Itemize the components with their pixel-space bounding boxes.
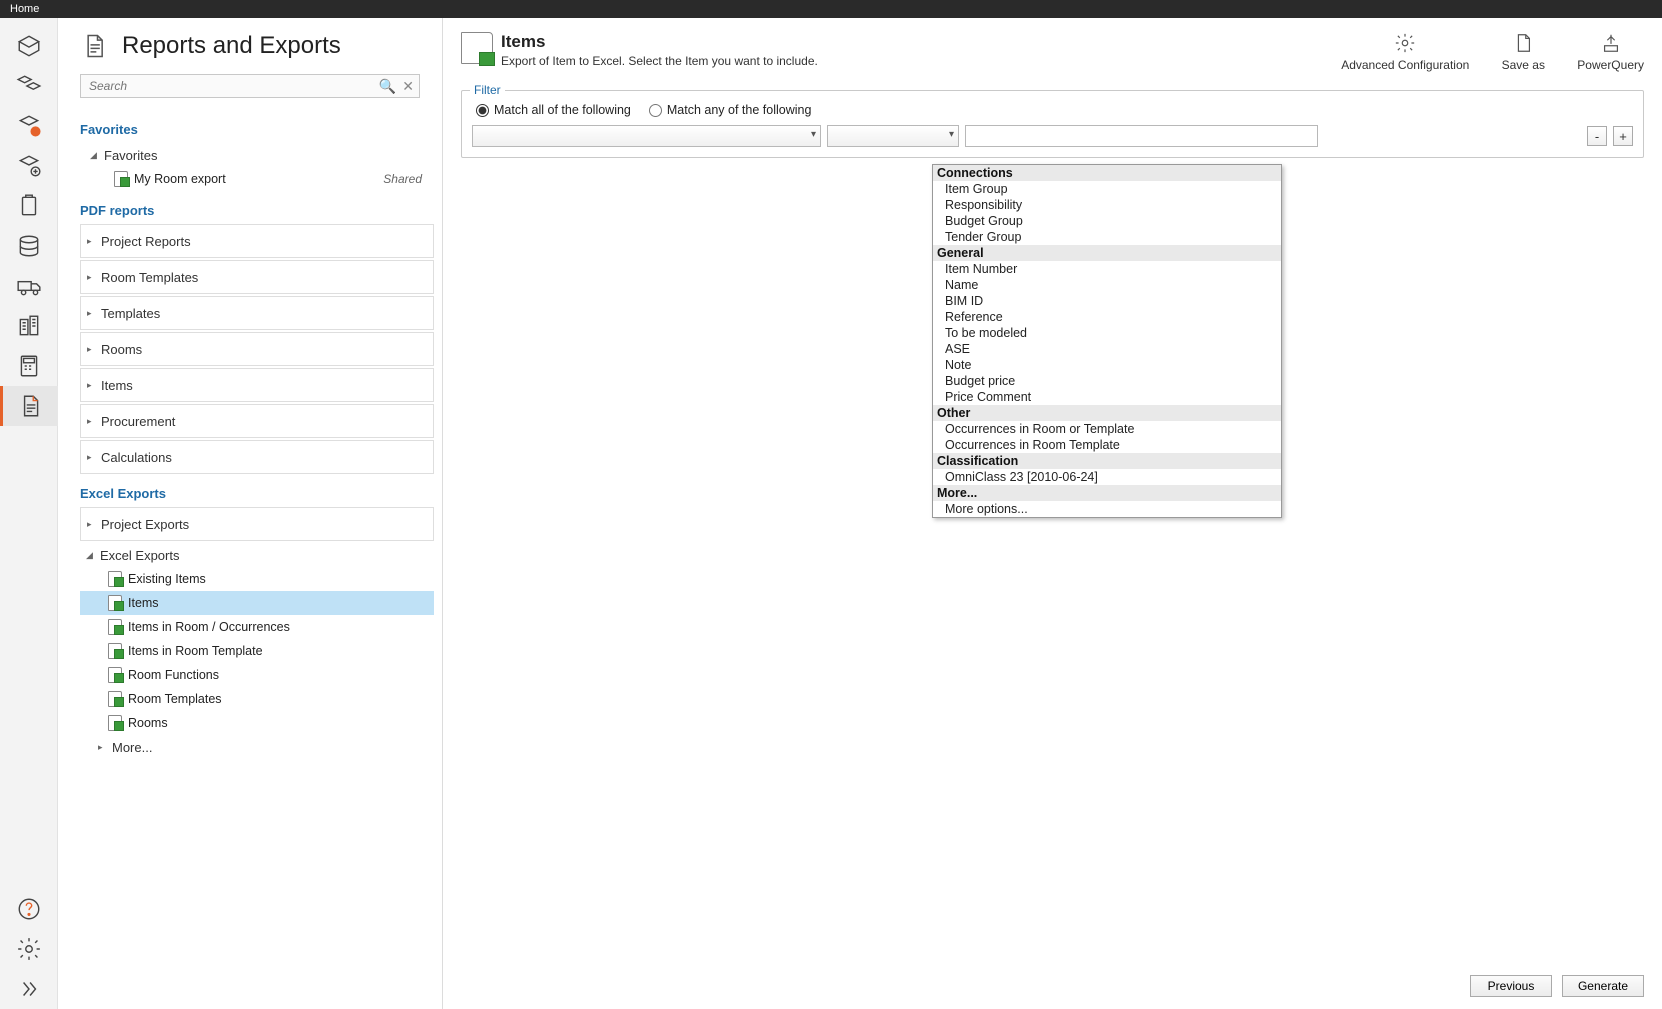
filter-field-dropdown: ConnectionsItem GroupResponsibilityBudge… [932, 164, 1282, 518]
filter-field-select[interactable]: ▾ [472, 125, 821, 147]
home-tab[interactable]: Home [10, 3, 39, 15]
excel-export-item[interactable]: Rooms [80, 711, 434, 735]
dropdown-option[interactable]: Budget price [933, 373, 1281, 389]
pdf-group[interactable]: ▸Templates [80, 296, 434, 330]
dropdown-option[interactable]: OmniClass 23 [2010-06-24] [933, 469, 1281, 485]
dropdown-group: Other [933, 405, 1281, 421]
rail-cubes-icon[interactable] [0, 66, 58, 106]
filter-box: Filter Match all of the following Match … [461, 90, 1644, 158]
rail-truck-icon[interactable] [0, 266, 58, 306]
excel-file-icon [108, 571, 122, 587]
filter-operator-select[interactable]: ▾ [827, 125, 959, 147]
nav-rail [0, 18, 58, 1009]
excel-more[interactable]: ▸ More... [80, 735, 434, 759]
excel-file-icon [108, 643, 122, 659]
dropdown-option[interactable]: Tender Group [933, 229, 1281, 245]
dropdown-option[interactable]: Name [933, 277, 1281, 293]
section-excel: Excel Exports [80, 486, 434, 501]
rail-reports-icon[interactable] [0, 386, 58, 426]
excel-group-excel-exports[interactable]: ◢ Excel Exports [80, 543, 434, 567]
rail-box-plus-icon[interactable] [0, 146, 58, 186]
content-panel: Items Export of Item to Excel. Select th… [443, 18, 1662, 1009]
previous-button[interactable]: Previous [1470, 975, 1552, 997]
excel-group-project-exports[interactable]: ▸ Project Exports [80, 507, 434, 541]
excel-export-item[interactable]: Items in Room / Occurrences [80, 615, 434, 639]
radio-match-all[interactable]: Match all of the following [476, 103, 631, 117]
dropdown-option[interactable]: Item Number [933, 261, 1281, 277]
dropdown-group: General [933, 245, 1281, 261]
dropdown-group: Connections [933, 165, 1281, 181]
rail-building-icon[interactable] [0, 306, 58, 346]
reports-icon [80, 32, 108, 60]
dropdown-option[interactable]: Occurrences in Room or Template [933, 421, 1281, 437]
dropdown-option[interactable]: To be modeled [933, 325, 1281, 341]
rail-expand-icon[interactable] [0, 969, 58, 1009]
pdf-group[interactable]: ▸Procurement [80, 404, 434, 438]
rail-box-orange-icon[interactable] [0, 106, 58, 146]
dropdown-option[interactable]: Item Group [933, 181, 1281, 197]
content-title: Items [501, 32, 818, 52]
dropdown-option[interactable]: BIM ID [933, 293, 1281, 309]
excel-file-icon [108, 595, 122, 611]
section-favorites: Favorites [80, 122, 434, 137]
dropdown-option[interactable]: Reference [933, 309, 1281, 325]
pdf-group[interactable]: ▸Items [80, 368, 434, 402]
dropdown-option[interactable]: Price Comment [933, 389, 1281, 405]
favorites-group[interactable]: ◢ Favorites [80, 143, 434, 167]
excel-file-icon [114, 171, 128, 187]
pdf-group[interactable]: ▸Calculations [80, 440, 434, 474]
dropdown-option[interactable]: More options... [933, 501, 1281, 517]
rail-settings-icon[interactable] [0, 929, 58, 969]
powerquery-button[interactable]: PowerQuery [1577, 32, 1644, 72]
panel-title: Reports and Exports [122, 32, 341, 60]
add-condition-button[interactable]: + [1613, 126, 1633, 146]
excel-file-icon [108, 619, 122, 635]
rail-cube-icon[interactable] [0, 26, 58, 66]
reports-panel: Reports and Exports 🔍 ✕ Favorites ◢ Favo… [58, 18, 443, 1009]
dropdown-option[interactable]: Occurrences in Room Template [933, 437, 1281, 453]
radio-match-any[interactable]: Match any of the following [649, 103, 812, 117]
filter-value-input[interactable] [965, 125, 1318, 147]
pdf-group[interactable]: ▸Room Templates [80, 260, 434, 294]
section-pdf: PDF reports [80, 203, 434, 218]
pdf-group[interactable]: ▸Rooms [80, 332, 434, 366]
excel-file-icon [108, 715, 122, 731]
dropdown-option[interactable]: Responsibility [933, 197, 1281, 213]
dropdown-option[interactable]: Note [933, 357, 1281, 373]
rail-clip-icon[interactable] [0, 186, 58, 226]
excel-export-item[interactable]: Existing Items [80, 567, 434, 591]
search-icon[interactable]: 🔍 [379, 78, 396, 95]
favorite-item[interactable]: My Room export Shared [80, 167, 434, 191]
dropdown-option[interactable]: Budget Group [933, 213, 1281, 229]
save-as-button[interactable]: Save as [1493, 32, 1553, 72]
advanced-config-button[interactable]: Advanced Configuration [1341, 32, 1469, 72]
excel-export-item[interactable]: Items [80, 591, 434, 615]
remove-condition-button[interactable]: - [1587, 126, 1607, 146]
excel-export-item[interactable]: Items in Room Template [80, 639, 434, 663]
top-bar: Home [0, 0, 1662, 18]
filter-legend: Filter [470, 83, 505, 97]
excel-doc-icon [461, 32, 493, 64]
dropdown-option[interactable]: ASE [933, 341, 1281, 357]
dropdown-group: More... [933, 485, 1281, 501]
dropdown-group: Classification [933, 453, 1281, 469]
rail-help-icon[interactable] [0, 889, 58, 929]
search-input[interactable] [80, 74, 420, 98]
pdf-group[interactable]: ▸Project Reports [80, 224, 434, 258]
clear-search-icon[interactable]: ✕ [402, 78, 414, 95]
rail-calc-icon[interactable] [0, 346, 58, 386]
content-subtitle: Export of Item to Excel. Select the Item… [501, 54, 818, 68]
excel-export-item[interactable]: Room Templates [80, 687, 434, 711]
excel-export-item[interactable]: Room Functions [80, 663, 434, 687]
generate-button[interactable]: Generate [1562, 975, 1644, 997]
excel-file-icon [108, 667, 122, 683]
excel-file-icon [108, 691, 122, 707]
rail-db-icon[interactable] [0, 226, 58, 266]
